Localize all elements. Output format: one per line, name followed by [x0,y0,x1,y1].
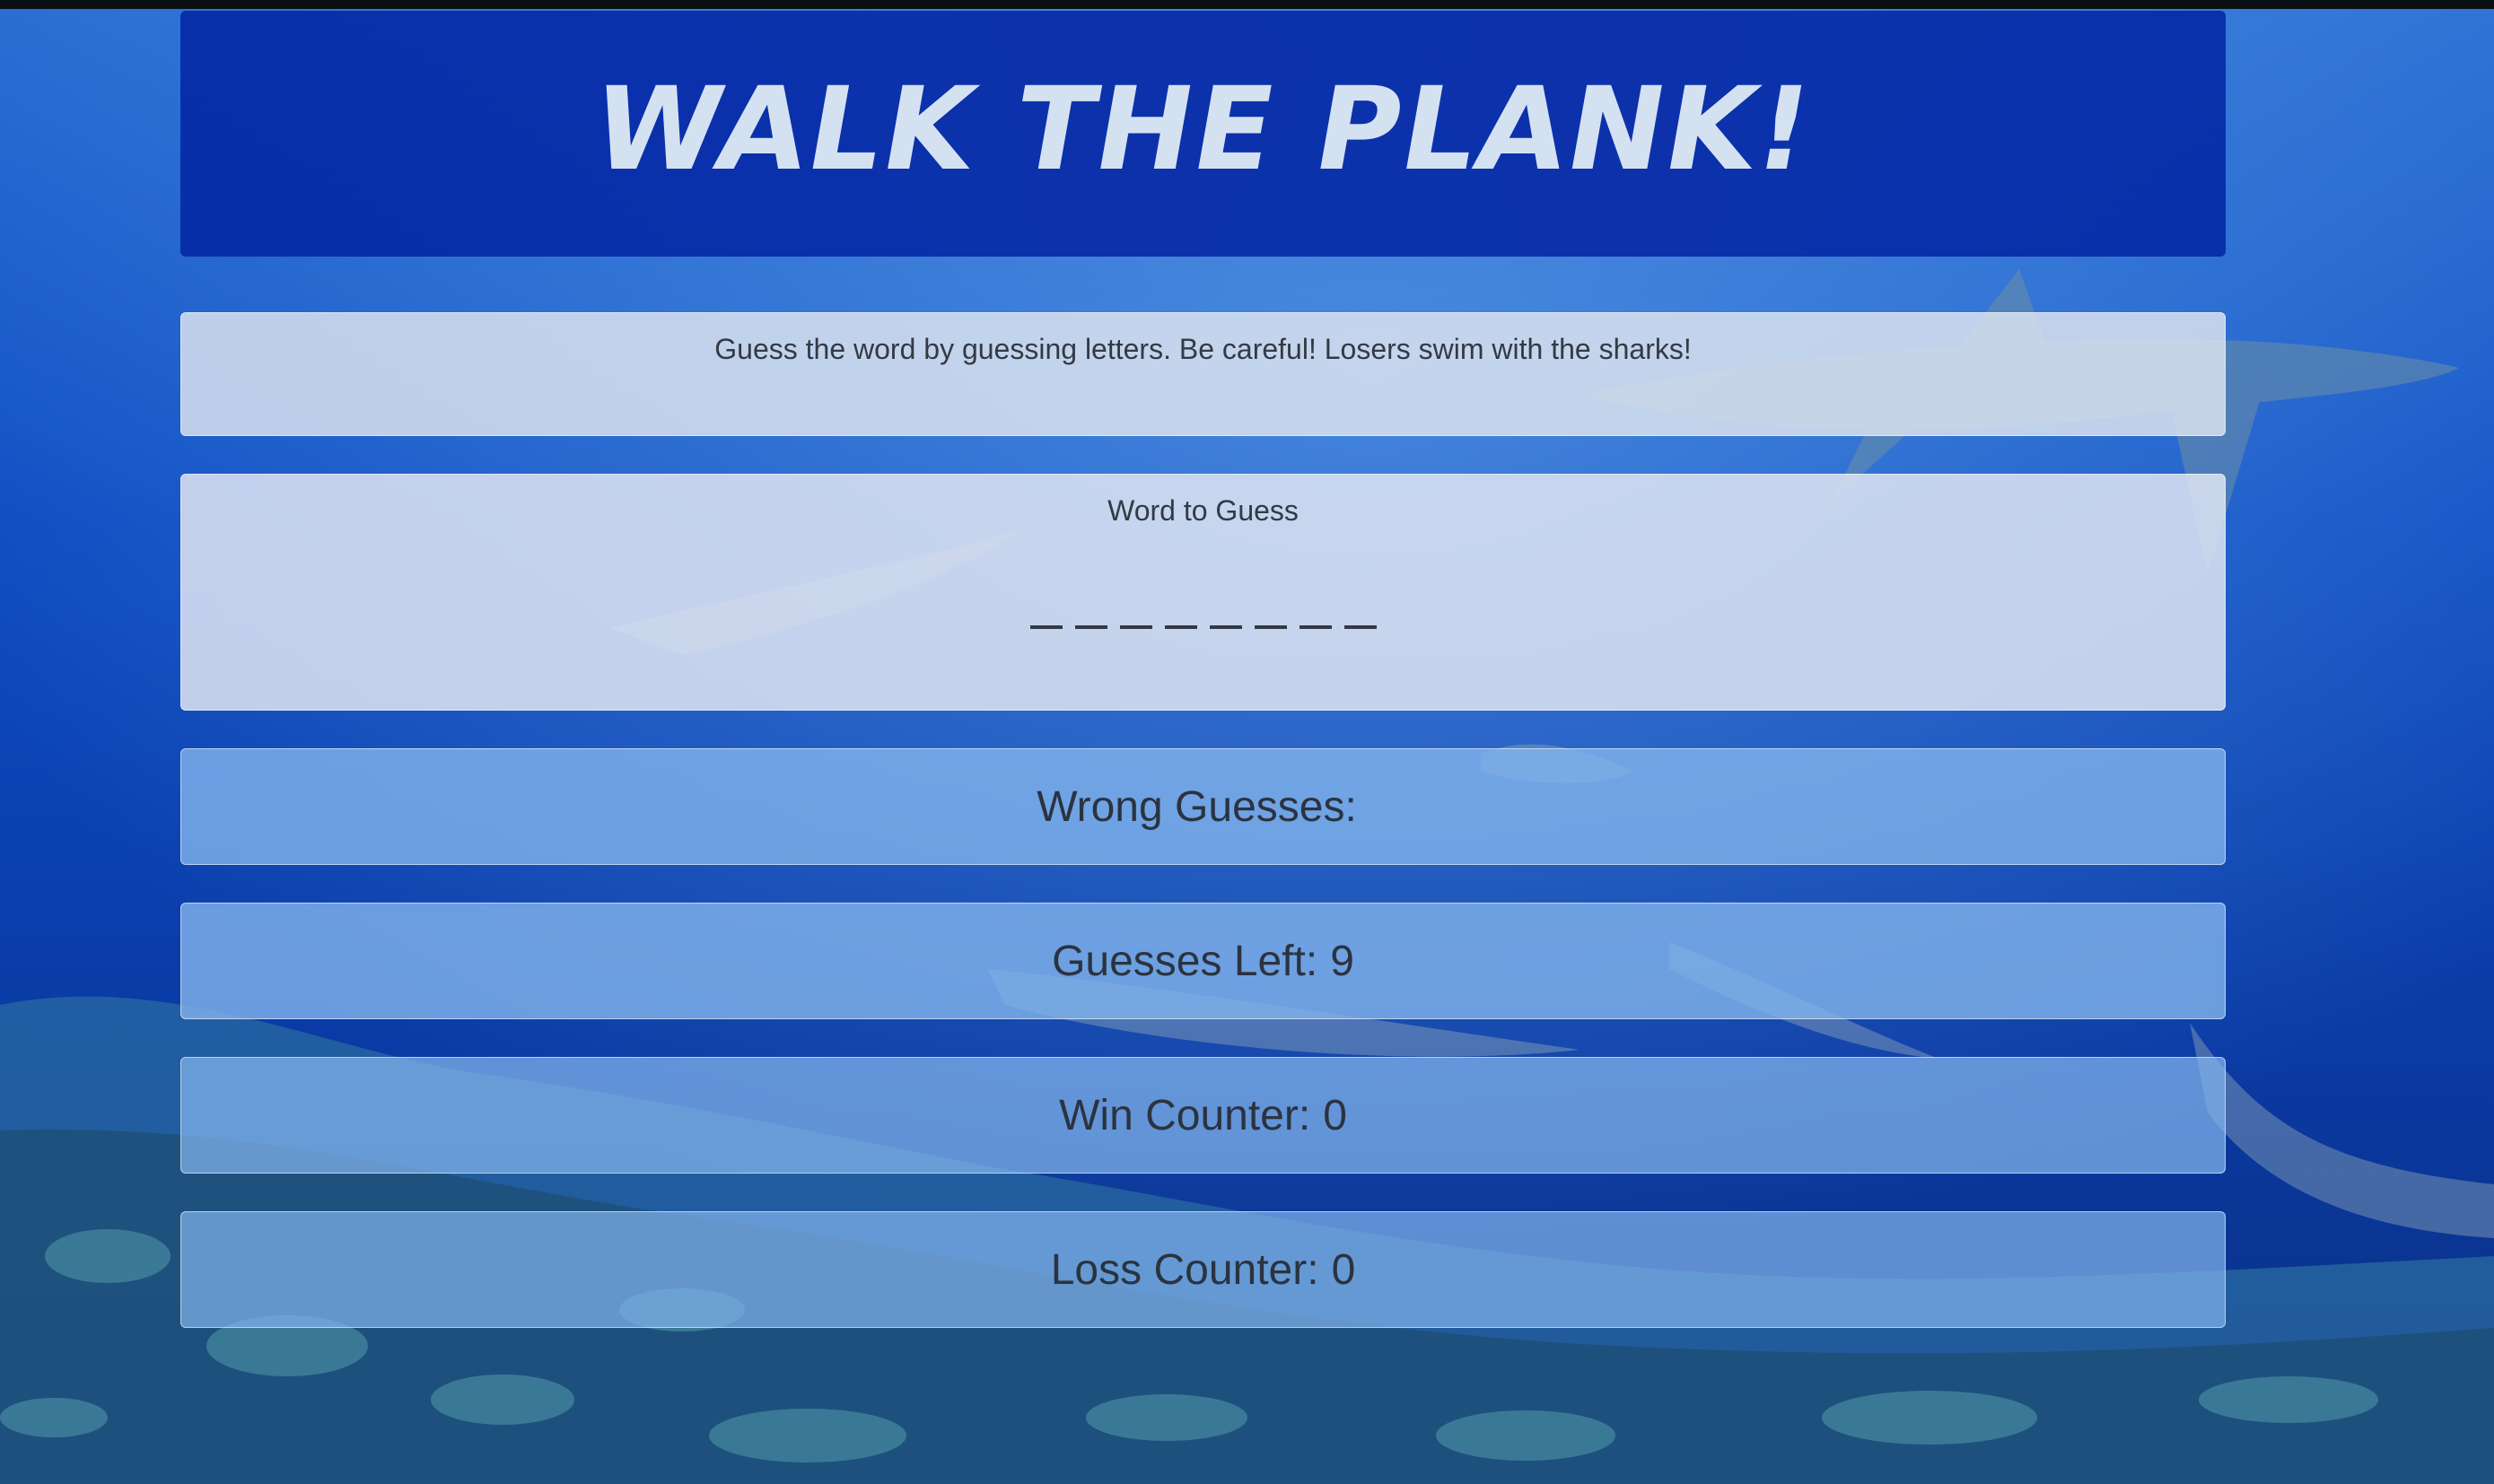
word-to-guess-label: Word to Guess [1107,494,1299,527]
loss-counter-panel: Loss Counter: 0 [180,1211,2226,1328]
word-blank [1343,625,1377,629]
guesses-left-value: 9 [1330,937,1354,985]
top-bar [0,0,2494,9]
word-blank [1119,625,1152,629]
wrong-guesses-panel: Wrong Guesses: [180,748,2226,865]
game-header: WALK THE PLANK! [180,11,2226,257]
win-counter-value: 0 [1323,1091,1347,1139]
game-title: WALK THE PLANK! [582,62,1824,196]
word-blank [1299,625,1332,629]
win-counter-panel: Win Counter: 0 [180,1057,2226,1174]
word-blank [1164,625,1197,629]
loss-counter-label: Loss Counter: [1050,1245,1319,1294]
word-blank [1209,625,1242,629]
guesses-left-label: Guesses Left: [1052,937,1318,985]
wrong-guesses-label: Wrong Guesses: [1037,782,1357,831]
word-blank [1254,625,1287,629]
word-to-guess-panel: Word to Guess [180,474,2226,711]
word-blank [1074,625,1107,629]
word-blanks [181,625,2225,629]
instructions-panel: Guess the word by guessing letters. Be c… [180,312,2226,436]
guesses-left-panel: Guesses Left: 9 [180,903,2226,1019]
word-blank [1029,625,1063,629]
instructions-text: Guess the word by guessing letters. Be c… [714,333,1692,365]
win-counter-label: Win Counter: [1059,1091,1311,1139]
loss-counter-value: 0 [1331,1245,1356,1294]
